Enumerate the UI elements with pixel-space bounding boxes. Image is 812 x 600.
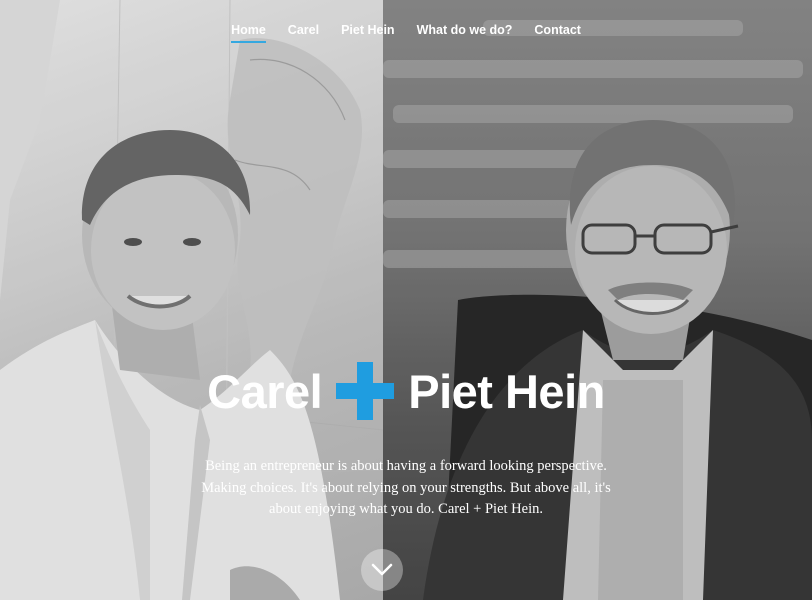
scroll-down-button[interactable] [361, 549, 403, 591]
nav-item-home[interactable]: Home [220, 23, 277, 43]
hero-section: Home Carel Piet Hein What do we do? Cont… [0, 0, 812, 600]
hero-title: Carel Piet Hein [0, 362, 812, 420]
chevron-down-icon [371, 563, 393, 576]
nav-item-carel[interactable]: Carel [277, 23, 330, 37]
nav-item-piet-hein[interactable]: Piet Hein [330, 23, 406, 37]
plus-icon [336, 362, 395, 420]
title-name-carel: Carel [207, 364, 323, 418]
tagline-line: about enjoying what you do. Carel + Piet… [269, 501, 543, 517]
title-name-piet-hein: Piet Hein [408, 364, 605, 418]
tagline-line: Being an entrepreneur is about having a … [205, 458, 607, 474]
tagline-line: Making choices. It's about relying on yo… [201, 479, 611, 496]
nav-item-what-do-we-do[interactable]: What do we do? [406, 23, 524, 37]
hero-tagline: Being an entrepreneur is about having a … [0, 456, 812, 521]
main-navigation: Home Carel Piet Hein What do we do? Cont… [0, 23, 812, 43]
nav-item-contact[interactable]: Contact [523, 23, 592, 37]
